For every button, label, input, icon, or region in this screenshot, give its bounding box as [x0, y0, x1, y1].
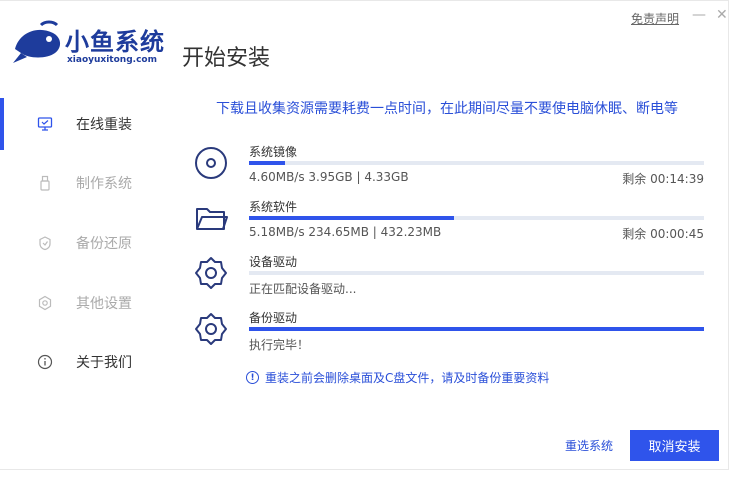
- task-info: 正在匹配设备驱动...: [249, 282, 357, 296]
- warning-message: ! 重装之前会删除桌面及C盘文件，请及时备份重要资料: [246, 369, 549, 386]
- task-info: 5.18MB/s 234.65MB | 432.23MB: [249, 225, 442, 239]
- task-name: 系统软件: [249, 200, 298, 214]
- task-system-image: 系统镜像 4.60MB/s 3.95GB | 4.33GB 剩余 00:14:3…: [193, 143, 708, 191]
- progress-fill: [249, 327, 704, 331]
- task-name: 系统镜像: [249, 145, 298, 159]
- task-device-drivers: 设备驱动 正在匹配设备驱动...: [193, 253, 708, 301]
- disclaimer-link[interactable]: 免责声明: [631, 10, 679, 27]
- task-info: 执行完毕！: [249, 338, 310, 352]
- usb-icon: [37, 175, 53, 191]
- notice-text: 下载且收集资源需要耗费一点时间，在此期间尽量不要使电脑休眠、断电等: [216, 101, 678, 117]
- warning-text: 重装之前会删除桌面及C盘文件，请及时备份重要资料: [265, 371, 550, 385]
- progress-fill: [249, 161, 286, 165]
- sidebar-item-label: 其他设置: [76, 296, 132, 312]
- backup-icon: [37, 235, 53, 251]
- folder-icon: [196, 208, 228, 230]
- cancel-install-button[interactable]: 取消安装: [630, 430, 719, 461]
- settings-icon: [37, 295, 53, 311]
- sidebar-item-label: 在线重装: [76, 117, 132, 133]
- sidebar-item-online-reinstall[interactable]: 在线重装: [0, 104, 170, 144]
- close-button[interactable]: ✕: [716, 7, 728, 23]
- task-name: 设备驱动: [249, 255, 298, 269]
- minimize-button[interactable]: —: [692, 7, 706, 23]
- task-info: 4.60MB/s 3.95GB | 4.33GB: [249, 170, 409, 184]
- app-window: 小鱼系统 xiaoyuxitong.com 开始安装 免责声明 — ✕ 在线重装…: [0, 0, 729, 470]
- task-backup-drivers: 备份驱动 执行完毕！: [193, 309, 708, 357]
- task-name: 备份驱动: [249, 311, 298, 325]
- task-remaining: 剩余 00:14:39: [622, 172, 704, 186]
- sidebar-item-label: 制作系统: [76, 176, 132, 192]
- info-icon: [37, 354, 53, 370]
- warning-icon: !: [246, 371, 259, 384]
- progress-fill: [249, 216, 454, 220]
- reselect-system-button[interactable]: 重选系统: [565, 437, 613, 454]
- sidebar-item-other-settings[interactable]: 其他设置: [0, 283, 170, 323]
- sidebar-item-label: 关于我们: [76, 355, 132, 371]
- sidebar-item-about-us[interactable]: 关于我们: [0, 342, 170, 382]
- progress-track: [249, 161, 704, 165]
- task-remaining: 剩余 00:00:45: [622, 227, 704, 241]
- monitor-icon: [37, 116, 53, 132]
- disc-icon: [195, 147, 227, 179]
- progress-track: [249, 271, 704, 275]
- sidebar-item-backup-restore[interactable]: 备份还原: [0, 223, 170, 263]
- task-system-software: 系统软件 5.18MB/s 234.65MB | 432.23MB 剩余 00:…: [193, 198, 708, 246]
- brand-name: 小鱼系统: [65, 28, 165, 56]
- gear-icon: [195, 257, 227, 289]
- page-title: 开始安装: [182, 46, 271, 71]
- brand-domain: xiaoyuxitong.com: [67, 55, 157, 65]
- sidebar-item-make-system[interactable]: 制作系统: [0, 163, 170, 203]
- progress-track: [249, 327, 704, 331]
- fish-logo-icon: [13, 20, 61, 63]
- gear-icon: [195, 313, 227, 345]
- progress-track: [249, 216, 704, 220]
- sidebar-item-label: 备份还原: [76, 236, 132, 252]
